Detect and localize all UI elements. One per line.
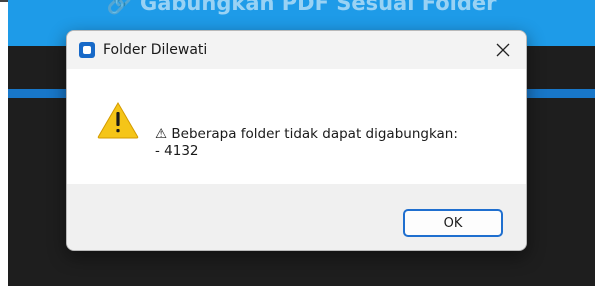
dialog-message: ⚠ Beberapa folder tidak dapat digabungka… [155,126,458,160]
dialog-title: Folder Dilewati [103,42,208,58]
ok-button[interactable]: OK [403,209,503,237]
message-line-2: - 4132 [155,143,199,159]
screen: 🔗 Gabungkan PDF Sesuai Folder Folder Dil… [0,0,595,286]
app-header-title: 🔗 Gabungkan PDF Sesuai Folder [106,0,497,15]
close-icon [496,43,510,57]
app-window-icon [79,42,95,58]
dialog-content: ⚠ Beberapa folder tidak dapat digabungka… [67,69,526,184]
warning-triangle-icon [97,102,139,139]
close-button[interactable] [480,31,526,69]
message-dialog: Folder Dilewati ⚠ Beberapa folder tidak … [66,30,527,251]
message-line-1: ⚠ Beberapa folder tidak dapat digabungka… [155,126,458,142]
dialog-titlebar[interactable]: Folder Dilewati [67,31,526,69]
dialog-footer: OK [67,184,526,250]
edge-artifact [0,0,8,2]
